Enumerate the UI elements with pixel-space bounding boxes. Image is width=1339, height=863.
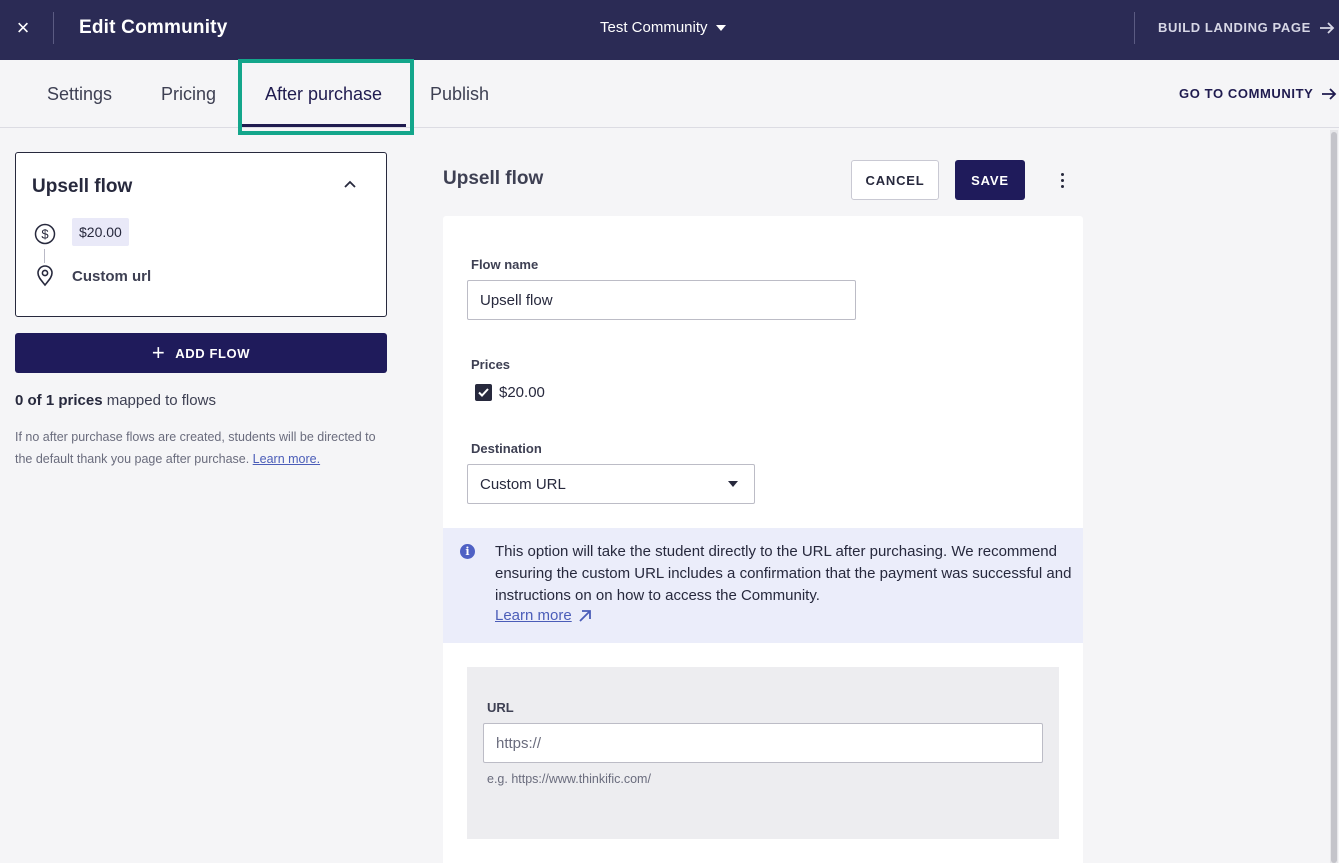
build-landing-page-label: BUILD LANDING PAGE [1158,20,1311,35]
destination-select[interactable]: Custom URL [467,464,755,504]
tabs-bar: Settings Pricing After purchase Publish [0,60,1339,128]
flow-name-input[interactable]: Upsell flow [467,280,856,320]
url-input[interactable] [483,723,1043,763]
arrow-right-icon [1322,87,1337,100]
arrow-right-icon [1319,21,1335,34]
scrollbar-thumb[interactable] [1331,132,1337,863]
community-selector[interactable]: Test Community [600,19,726,36]
mapped-count: 0 of 1 prices [15,392,103,409]
destination-label: Destination [471,441,542,456]
active-tab-indicator [242,124,406,127]
url-label: URL [487,700,514,715]
learn-more-link[interactable]: Learn more. [253,452,320,466]
destination-value: Custom URL [480,475,566,493]
chevron-up-icon[interactable] [343,177,357,191]
build-landing-page-button[interactable]: BUILD LANDING PAGE [1158,20,1335,35]
cancel-button[interactable]: CANCEL [851,160,939,200]
connector-line [44,249,45,263]
close-icon[interactable]: × [14,17,32,39]
url-hint: e.g. https://www.thinkific.com/ [487,772,651,786]
go-to-community-label: GO TO COMMUNITY [1179,86,1314,101]
mapped-text: mapped to flows [102,392,216,409]
destination-summary: Custom url [72,268,152,285]
learn-more-label: Learn more [495,607,572,624]
info-text: This option will take the student direct… [495,543,1072,604]
info-icon: i [460,544,475,559]
page-title: Edit Community [79,17,228,38]
tab-after-purchase[interactable]: After purchase [265,84,382,105]
top-bar: × Edit Community Test Community BUILD LA… [0,0,1339,60]
price-checkbox[interactable] [475,384,492,401]
tab-settings[interactable]: Settings [47,84,112,105]
divider [1134,12,1135,44]
divider [53,12,54,44]
location-pin-icon [37,265,53,287]
tab-pricing[interactable]: Pricing [161,84,216,105]
svg-text:$: $ [41,227,49,242]
flow-card-title: Upsell flow [32,176,133,197]
flow-name-label: Flow name [471,257,539,272]
price-option-label: $20.00 [499,384,545,401]
plus-icon: + [151,340,166,365]
editor-title: Upsell flow [443,168,544,189]
community-name: Test Community [600,19,708,36]
check-icon [478,388,489,397]
caret-down-icon [715,24,726,31]
learn-more-external-link[interactable]: Learn more [495,607,592,624]
go-to-community-link[interactable]: GO TO COMMUNITY [1179,86,1337,101]
more-options-icon[interactable] [1052,168,1072,192]
save-button[interactable]: SAVE [955,160,1025,200]
external-arrow-icon [579,609,591,622]
help-text-body: If no after purchase flows are created, … [15,430,376,466]
help-text: If no after purchase flows are created, … [15,426,390,470]
price-chip: $20.00 [72,218,129,246]
flow-card[interactable]: Upsell flow $ $20.00 Custom url [15,152,387,317]
prices-label: Prices [471,357,511,372]
tab-publish[interactable]: Publish [430,84,489,105]
add-flow-label: ADD FLOW [175,345,251,361]
caret-down-icon [728,481,738,487]
add-flow-button[interactable]: + ADD FLOW [15,333,387,373]
mapped-prices-summary: 0 of 1 prices mapped to flows [15,392,216,409]
dollar-icon: $ [34,223,56,245]
